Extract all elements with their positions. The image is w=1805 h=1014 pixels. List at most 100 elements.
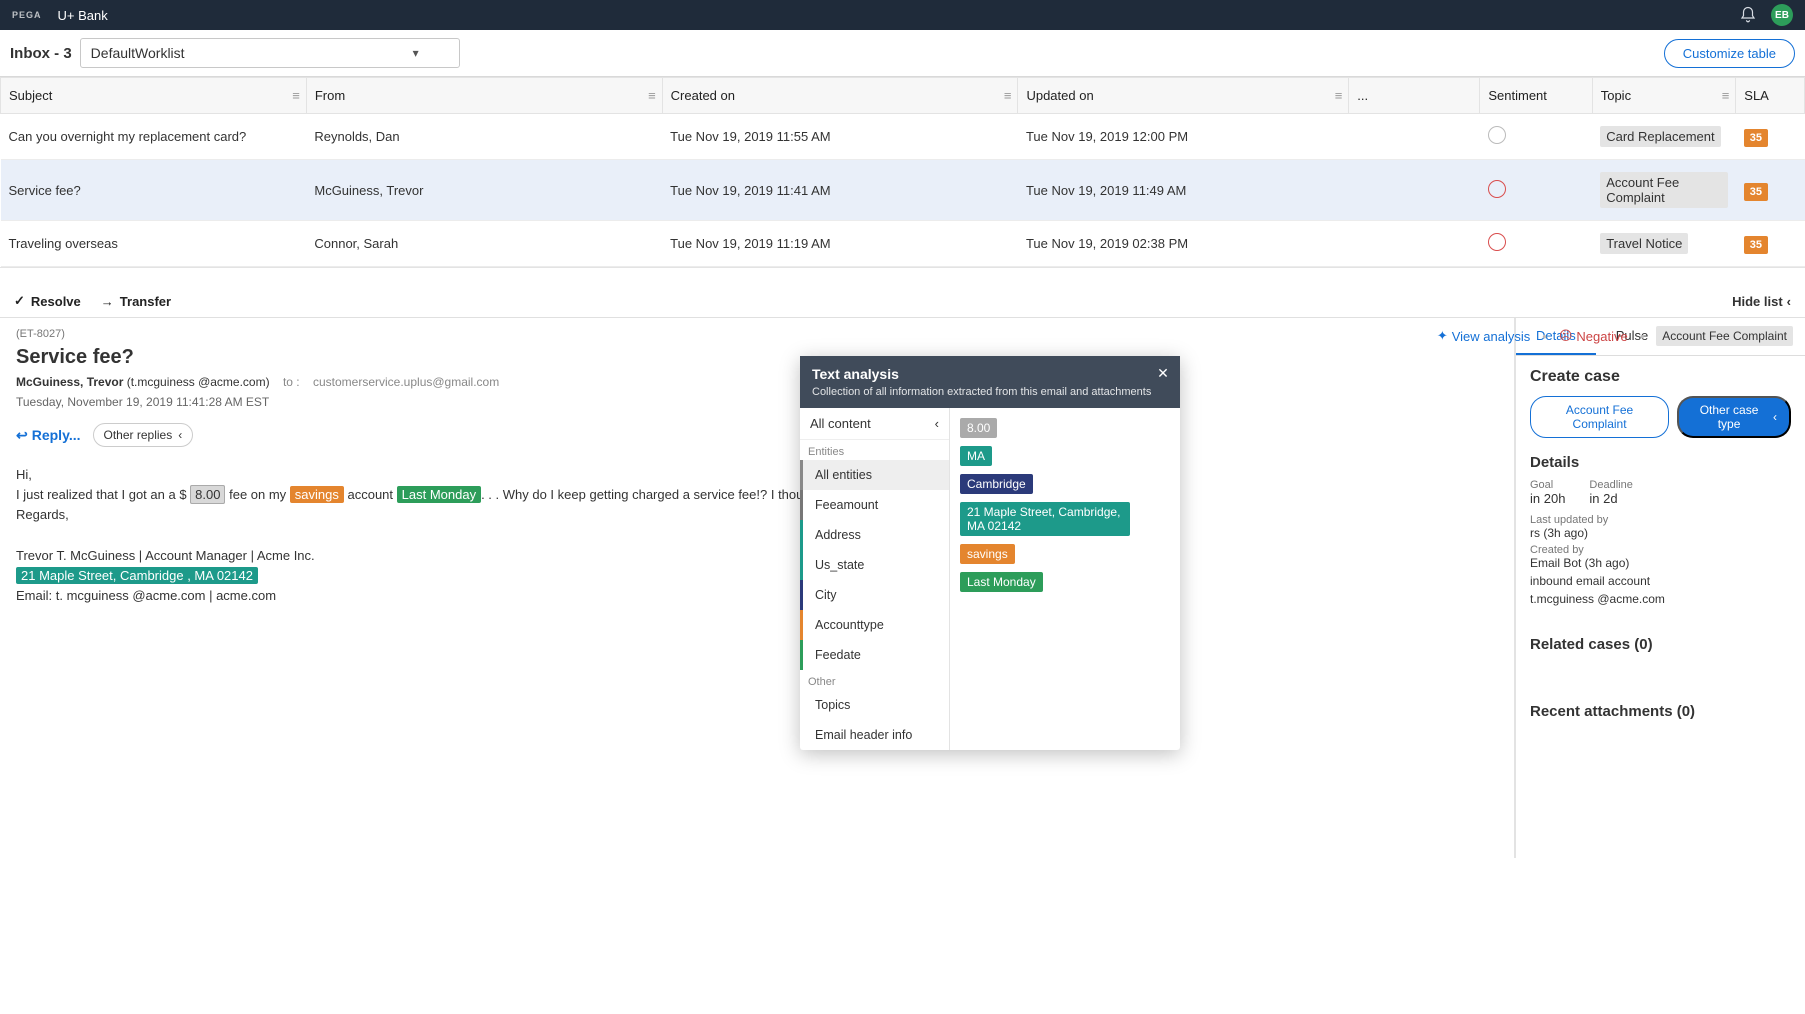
ta-item-city[interactable]: City	[800, 580, 949, 610]
hide-list-label: Hide list	[1732, 294, 1783, 309]
filter-icon[interactable]: ≡	[1335, 88, 1343, 103]
cell-subject: Service fee?	[1, 160, 307, 221]
ta-chips: 8.00 MA Cambridge 21 Maple Street, Cambr…	[950, 408, 1180, 750]
cell-from: Connor, Sarah	[306, 221, 662, 267]
transfer-label: Transfer	[120, 294, 171, 309]
cell-updated: Tue Nov 19, 2019 11:49 AM	[1018, 160, 1349, 221]
cell-sla: 35	[1736, 221, 1805, 267]
resolve-button[interactable]: ✓ Resolve	[14, 293, 81, 309]
inbox-title: Inbox - 3	[10, 45, 72, 62]
ta-item-topics[interactable]: Topics	[800, 690, 949, 720]
from-name: McGuiness, Trevor	[16, 375, 123, 389]
to-email: customerservice.uplus@gmail.com	[313, 375, 499, 389]
cell-more	[1349, 114, 1480, 160]
body-text-segment: fee on my	[225, 487, 289, 502]
view-analysis-label: View analysis	[1452, 329, 1531, 344]
hide-list-button[interactable]: Hide list ‹	[1732, 294, 1791, 309]
col-sla[interactable]: SLA	[1736, 78, 1805, 114]
worklist-dropdown[interactable]: DefaultWorklist ▾	[80, 38, 460, 68]
col-more[interactable]: ...	[1349, 78, 1480, 114]
updated-by-label: Last updated by	[1530, 514, 1791, 526]
cell-topic: Travel Notice	[1592, 221, 1736, 267]
goal-deadline-row: Goal in 20h Deadline in 2d	[1530, 479, 1791, 506]
reply-button[interactable]: ↩ Reply...	[16, 427, 81, 444]
topic-tag: Travel Notice	[1600, 233, 1688, 254]
cell-from: Reynolds, Dan	[306, 114, 662, 160]
col-created[interactable]: Created on ≡	[662, 78, 1018, 114]
ta-item-us-state[interactable]: Us_state	[800, 550, 949, 580]
col-created-label: Created on	[671, 88, 735, 103]
filter-icon[interactable]: ≡	[1722, 88, 1730, 103]
topic-chip: Account Fee Complaint	[1656, 326, 1793, 346]
customize-table-button[interactable]: Customize table	[1664, 39, 1795, 68]
col-sla-label: SLA	[1744, 88, 1769, 103]
col-sentiment-label: Sentiment	[1488, 88, 1547, 103]
cell-from: McGuiness, Trevor	[306, 160, 662, 221]
col-topic[interactable]: Topic ≡	[1592, 78, 1736, 114]
arrow-right-icon: →	[101, 294, 114, 309]
inbox-table: Subject ≡ From≡ Created on ≡ Updated on≡ .…	[0, 77, 1805, 267]
other-replies-label: Other replies	[104, 428, 173, 442]
ta-item-email-header[interactable]: Email header info	[800, 720, 949, 750]
topbar-right: EB	[1739, 4, 1793, 26]
case-id: (ET-8027)	[16, 328, 1498, 340]
ta-subtitle: Collection of all information extracted …	[812, 386, 1168, 398]
inbox-header-left: Inbox - 3 DefaultWorklist ▾	[10, 38, 460, 68]
ta-item-all-entities[interactable]: All entities	[800, 460, 949, 490]
split-handle[interactable]	[0, 267, 1805, 285]
created-by: Created by Email Bot (3h ago)	[1530, 544, 1791, 570]
close-icon[interactable]: ✕	[1154, 364, 1172, 382]
from-line: McGuiness, Trevor (t.mcguiness @acme.com…	[16, 375, 1498, 389]
avatar[interactable]: EB	[1771, 4, 1793, 26]
filter-icon[interactable]: ≡	[1004, 88, 1012, 103]
table-row[interactable]: Traveling overseasConnor, SarahTue Nov 1…	[1, 221, 1805, 267]
account-fee-complaint-button[interactable]: Account Fee Complaint	[1530, 396, 1669, 438]
table-header-row: Subject ≡ From≡ Created on ≡ Updated on≡ .…	[1, 78, 1805, 114]
col-topic-label: Topic	[1601, 88, 1631, 103]
email-timestamp: Tuesday, November 19, 2019 11:41:28 AM E…	[16, 395, 1498, 409]
ta-body: All content ‹ Entities All entities Feea…	[800, 408, 1180, 750]
ta-item-feedate[interactable]: Feedate	[800, 640, 949, 670]
table-row[interactable]: Service fee?McGuiness, Trevor Tue Nov 19,…	[1, 160, 1805, 221]
filter-icon[interactable]: ≡	[292, 88, 300, 103]
cell-subject: Can you overnight my replacement card?	[1, 114, 307, 160]
goal-col: Goal in 20h	[1530, 479, 1565, 506]
col-sentiment[interactable]: Sentiment	[1480, 78, 1592, 114]
cell-more	[1349, 160, 1480, 221]
sla-badge: 35	[1744, 236, 1768, 254]
bell-icon[interactable]	[1739, 6, 1757, 24]
col-updated[interactable]: Updated on≡	[1018, 78, 1349, 114]
ta-item-address[interactable]: Address	[800, 520, 949, 550]
sparkle-icon: ✦	[1437, 328, 1448, 344]
body-paragraph: I just realized that I got an a $ 8.00 f…	[16, 485, 1498, 505]
cell-subject: Traveling overseas	[1, 221, 307, 267]
ta-item-feeamount[interactable]: Feeamount	[800, 490, 949, 520]
cell-sentiment	[1480, 160, 1592, 221]
col-subject[interactable]: Subject ≡	[1, 78, 307, 114]
chip-city: Cambridge	[960, 474, 1033, 494]
ta-all-content-label: All content	[810, 416, 871, 431]
transfer-button[interactable]: → Transfer	[101, 294, 171, 309]
ta-group-entities: Entities	[800, 440, 949, 460]
deadline-value: in 2d	[1589, 491, 1632, 506]
side-panel: Details Pulse Create case Create case Ac…	[1515, 318, 1805, 858]
worklist-value: DefaultWorklist	[91, 45, 185, 61]
other-case-type-button[interactable]: Other case type ‹	[1677, 396, 1791, 438]
to-label: to :	[283, 375, 300, 389]
goal-value: in 20h	[1530, 491, 1565, 506]
col-subject-label: Subject	[9, 88, 52, 103]
other-replies-button[interactable]: Other replies ‹	[93, 423, 194, 447]
ta-all-content[interactable]: All content ‹	[800, 408, 949, 440]
col-from[interactable]: From≡	[306, 78, 662, 114]
ta-item-accounttype[interactable]: Accounttype	[800, 610, 949, 640]
table-row[interactable]: Can you overnight my replacement card?Re…	[1, 114, 1805, 160]
cell-topic: Card Replacement	[1592, 114, 1736, 160]
filter-icon[interactable]: ≡	[648, 88, 656, 103]
topic-tag: Card Replacement	[1600, 126, 1720, 147]
email-detail: (ET-8027) Service fee? McGuiness, Trevor…	[0, 318, 1515, 858]
chip-feeamount: 8.00	[960, 418, 997, 438]
view-analysis-link[interactable]: ✦ View analysis	[1437, 328, 1530, 344]
entity-feedate: Last Monday	[397, 486, 481, 503]
cell-updated: Tue Nov 19, 2019 12:00 PM	[1018, 114, 1349, 160]
sentiment-indicator: ☹ Negative	[1559, 328, 1628, 344]
